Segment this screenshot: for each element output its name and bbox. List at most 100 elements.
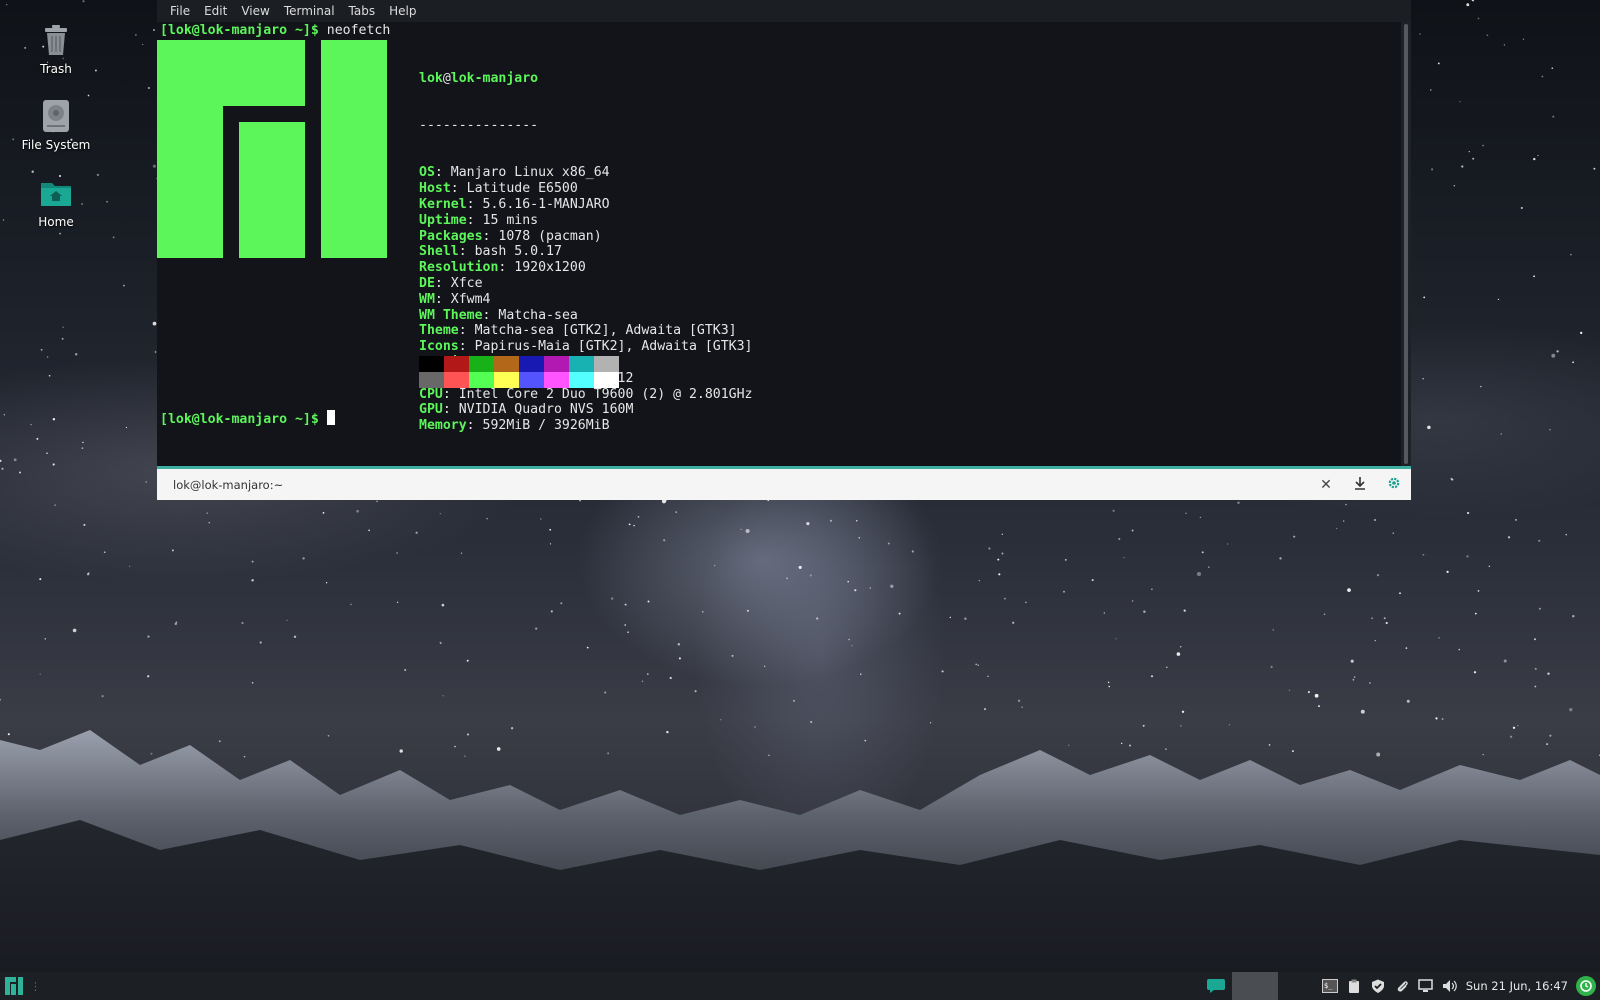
close-tab-icon[interactable]: ✕	[1309, 477, 1343, 493]
info-key: Host	[419, 181, 451, 197]
trash-icon	[38, 22, 74, 58]
tab-title[interactable]: lok@lok-manjaro:~	[173, 478, 1309, 492]
prompt-line: [lok@lok-manjaro ~]$	[160, 410, 335, 428]
display-icon[interactable]	[1418, 978, 1434, 994]
terminal-scrollbar[interactable]	[1401, 22, 1411, 466]
info-line: Memory: 592MiB / 3926MiB	[419, 418, 610, 434]
info-value: bash 5.0.17	[474, 244, 562, 260]
home-folder-icon	[38, 175, 74, 211]
separator-line: ---------------	[419, 117, 539, 133]
update-notifier-icon[interactable]	[1576, 976, 1596, 996]
menu-item-edit[interactable]: Edit	[197, 4, 234, 18]
info-value: Xfce	[450, 275, 483, 291]
info-key: Theme	[419, 323, 459, 339]
info-value: Papirus-Maia [GTK2], Adwaita [GTK3]	[474, 339, 753, 355]
info-line: DE: Xfce	[419, 275, 483, 291]
palette-swatch	[419, 372, 444, 388]
chat-icon[interactable]	[1200, 972, 1232, 1000]
svg-text:$_: $_	[1324, 982, 1333, 990]
taskbar: ⋮ $_ Sun 21 Jun, 16:47	[0, 972, 1600, 1000]
info-value: NVIDIA Quadro NVS 160M	[458, 402, 634, 418]
desktop-icon-label: Home	[38, 215, 74, 229]
info-value: 1920x1200	[514, 260, 586, 276]
palette-swatch	[469, 372, 494, 388]
info-value: 592MiB / 3926MiB	[482, 418, 610, 434]
clock[interactable]: Sun 21 Jun, 16:47	[1466, 979, 1568, 993]
manjaro-logo-icon	[157, 40, 387, 258]
username: lok	[419, 70, 443, 86]
info-line: WM Theme: Matcha-sea	[419, 307, 578, 323]
panel-handle-icon: ⋮	[30, 979, 41, 993]
info-key: Memory	[419, 418, 467, 434]
color-palette	[419, 356, 619, 388]
terminal-menubar: File Edit View Terminal Tabs Help	[157, 0, 1411, 22]
info-key: WM Theme	[419, 307, 483, 323]
scrollbar-thumb[interactable]	[1404, 24, 1408, 464]
info-key: Icons	[419, 339, 459, 355]
info-value: Matcha-sea	[498, 307, 578, 323]
info-line: Packages: 1078 (pacman)	[419, 228, 602, 244]
desktop-icon-label: File System	[21, 138, 91, 152]
terminal-window[interactable]: File Edit View Terminal Tabs Help [lok@lok-ma…	[157, 0, 1411, 500]
info-line: CPU: Intel Core 2 Duo T9600 (2) @ 2.801G…	[419, 386, 753, 402]
info-value: Manjaro Linux x86_64	[450, 165, 610, 181]
palette-swatch	[444, 372, 469, 388]
menu-item-file[interactable]: File	[163, 4, 197, 18]
menu-item-terminal[interactable]: Terminal	[277, 4, 342, 18]
palette-swatch	[594, 356, 619, 372]
menu-item-help[interactable]: Help	[382, 4, 423, 18]
shell-prompt: [lok@lok-manjaro ~]$	[160, 412, 319, 427]
hard-drive-icon	[38, 98, 74, 134]
info-key: DE	[419, 275, 435, 291]
info-line: GPU: NVIDIA Quadro NVS 160M	[419, 402, 634, 418]
terminal-tab-bar: lok@lok-manjaro:~ ✕	[157, 466, 1411, 500]
info-line: WM: Xfwm4	[419, 291, 491, 307]
info-line: Uptime: 15 mins	[419, 212, 539, 228]
terminal-output[interactable]: [lok@lok-manjaro ~]$ neofetch lok@lok-ma…	[157, 22, 1401, 466]
info-line: Theme: Matcha-sea [GTK2], Adwaita [GTK3]	[419, 323, 737, 339]
settings-gear-icon[interactable]	[1377, 476, 1411, 494]
hostname: lok-manjaro	[450, 70, 539, 86]
menu-item-view[interactable]: View	[234, 4, 276, 18]
palette-swatch	[569, 372, 594, 388]
info-key: Uptime	[419, 212, 467, 228]
palette-row-normal	[419, 356, 619, 372]
workspace-button[interactable]	[1231, 972, 1278, 1000]
terminal-icon[interactable]: $_	[1321, 978, 1338, 994]
application-menu-button[interactable]	[0, 972, 28, 1000]
palette-swatch	[569, 356, 594, 372]
user-host-line: lok@lok-manjaro	[419, 71, 752, 87]
desktop-icon-trash[interactable]: Trash	[16, 22, 96, 76]
desktop-icon-home[interactable]: Home	[16, 175, 96, 229]
command-text: neofetch	[326, 23, 391, 38]
shield-check-icon[interactable]	[1370, 978, 1386, 994]
info-line: Kernel: 5.6.16-1-MANJARO	[419, 196, 610, 212]
info-value: Xfwm4	[450, 291, 491, 307]
volume-icon[interactable]	[1442, 978, 1458, 994]
palette-swatch	[594, 372, 619, 388]
info-line: Icons: Papirus-Maia [GTK2], Adwaita [GTK…	[419, 339, 753, 355]
info-line: Resolution: 1920x1200	[419, 260, 586, 276]
info-value: 5.6.16-1-MANJARO	[482, 196, 610, 212]
clipboard-icon[interactable]	[1346, 978, 1362, 994]
paperclip-icon[interactable]	[1394, 978, 1410, 994]
info-value: 1078 (pacman)	[498, 228, 602, 244]
palette-swatch	[544, 356, 569, 372]
wallpaper-mountains	[0, 730, 1600, 972]
info-key: Resolution	[419, 260, 499, 276]
info-key: CPU	[419, 386, 443, 402]
drop-down-icon[interactable]	[1343, 476, 1377, 494]
info-value: Matcha-sea [GTK2], Adwaita [GTK3]	[474, 323, 737, 339]
desktop-icon-file-system[interactable]: File System	[16, 98, 96, 152]
command-line: [lok@lok-manjaro ~]$ neofetch	[160, 23, 390, 39]
menu-item-tabs[interactable]: Tabs	[342, 4, 383, 18]
info-line: OS: Manjaro Linux x86_64	[419, 165, 610, 181]
palette-swatch	[419, 356, 444, 372]
manjaro-menu-icon	[5, 977, 23, 995]
text-cursor	[326, 410, 335, 425]
info-line: Host: Latitude E6500	[419, 181, 578, 197]
palette-swatch	[544, 372, 569, 388]
at-sign: @	[442, 70, 451, 86]
info-value: 15 mins	[482, 212, 539, 228]
info-line: Shell: bash 5.0.17	[419, 244, 562, 260]
